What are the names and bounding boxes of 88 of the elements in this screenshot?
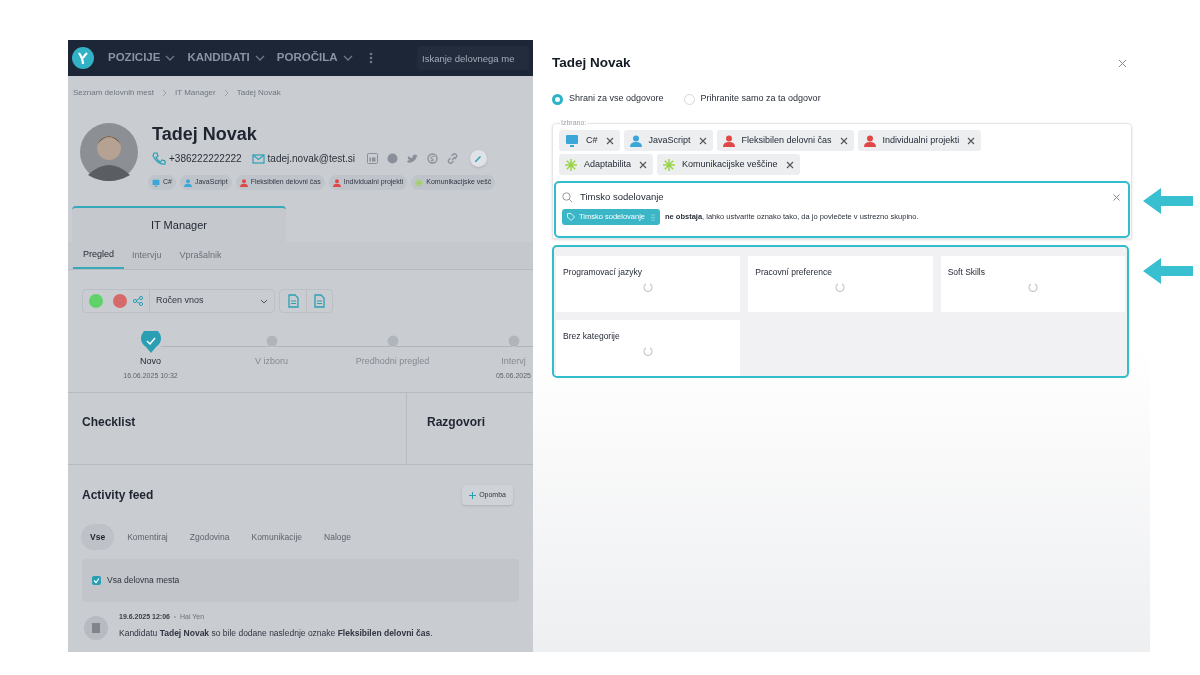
filter-tab[interactable]: Vse: [81, 524, 115, 550]
check-icon: [93, 577, 100, 584]
close-icon: [967, 136, 976, 145]
entry-text: Kandidatu Tadej Novak so bile dodane naslednje oznake Fleksibilen delovni čas.: [119, 626, 433, 640]
arrow-icon: [1143, 188, 1193, 214]
nav-menu[interactable]: POZICIJE: [108, 49, 176, 67]
category-title: Programovací jazyky: [563, 266, 643, 279]
radio-button[interactable]: [552, 93, 563, 105]
category-title: Pracovní preference: [755, 266, 833, 279]
pencil-icon: [474, 154, 483, 163]
clear-button[interactable]: [1113, 193, 1120, 201]
remove-button[interactable]: [839, 136, 848, 145]
step-label: Novo: [140, 355, 161, 368]
close-icon: [1118, 58, 1127, 68]
spinner-icon: [835, 281, 846, 292]
job-tab[interactable]: IT Manager: [72, 206, 286, 242]
remove-button[interactable]: [698, 136, 707, 145]
phone-number: +386222222222: [169, 152, 242, 166]
radio-option[interactable]: Shrani za vse odgovore: [552, 92, 664, 106]
more-icon: [368, 52, 373, 64]
chevron-down-icon: [342, 54, 353, 62]
search-icon: [562, 192, 572, 202]
arrow-icon: [1143, 258, 1193, 284]
remove-button[interactable]: [785, 160, 794, 169]
step-label: Intervj: [501, 355, 526, 368]
nav-menu[interactable]: POROČILA: [276, 49, 353, 67]
plus-icon: [469, 491, 477, 499]
mail-icon: [251, 152, 265, 165]
share-icon: [133, 296, 143, 306]
close-icon: [639, 160, 648, 169]
checkbox[interactable]: [92, 576, 101, 585]
chevron-down-icon: [260, 298, 268, 304]
section-title: Activity feed: [82, 487, 154, 504]
document-icon: [314, 294, 325, 308]
logo-icon: [72, 47, 94, 69]
chevron-right-icon: [223, 89, 229, 97]
linkedin-icon: [367, 153, 378, 164]
close-icon: [785, 160, 794, 169]
section-title: Checklist: [82, 414, 137, 431]
filter-tab[interactable]: Zgodovina: [180, 524, 239, 550]
search-field[interactable]: Timsko sodelovanje: [580, 189, 1105, 205]
step-label: Predhodni pregled: [355, 355, 430, 368]
nav-menu[interactable]: KANDIDATI: [187, 49, 265, 67]
document-icon: [287, 294, 299, 308]
breadcrumb-link[interactable]: IT Manager: [174, 87, 216, 99]
filter-tab[interactable]: Komentiraj: [118, 524, 177, 550]
filter-tab[interactable]: Komunikacije: [242, 524, 312, 550]
candidate-name: Tadej Novak: [152, 123, 258, 145]
tab[interactable]: Pregled: [73, 242, 125, 269]
remove-button[interactable]: [639, 160, 648, 169]
twitter-icon: [407, 153, 418, 164]
spinner-icon: [643, 345, 654, 356]
tag-chip: C#: [559, 130, 620, 151]
category-title: Brez kategorije: [563, 330, 621, 343]
category-title: Soft Skills: [947, 266, 986, 279]
close-icon: [698, 136, 707, 145]
remove-button[interactable]: [967, 136, 976, 145]
link-icon: [447, 153, 458, 164]
step-label: V izboru: [255, 355, 288, 368]
phone-icon: [152, 151, 166, 166]
drag-handle-icon: [651, 213, 655, 221]
section-title: Razgovori: [427, 414, 486, 431]
chevron-right-icon: [161, 89, 167, 97]
close-icon: [605, 136, 614, 145]
tab[interactable]: Vprašalnik: [169, 242, 232, 269]
close-icon: [1113, 193, 1120, 201]
tag-chip: Komunikacijske veščine: [657, 154, 800, 175]
checkbox-label: Vsa delovna mesta: [107, 574, 180, 587]
skype-icon: [427, 153, 438, 164]
email-address: tadej.novak@test.si: [267, 152, 355, 166]
tag-icon: [567, 213, 575, 221]
remove-button[interactable]: [605, 136, 614, 145]
breadcrumb-link[interactable]: Tadej Novak: [236, 87, 281, 99]
tag-chip: Fleksibilen delovni čas: [716, 130, 854, 151]
tag-chip: JavaScript: [623, 130, 713, 151]
breadcrumb-link[interactable]: Seznam delovnih mest: [73, 87, 154, 99]
tag-chip: Individualni projekti: [857, 130, 982, 151]
filter-tab[interactable]: Naloge: [315, 524, 360, 550]
panel-title: Tadej Novak: [552, 53, 631, 72]
tag-chip: Adaptabilita: [559, 154, 654, 175]
spinner-icon: [643, 281, 654, 292]
radio-option[interactable]: Prihranite samo za ta odgovor: [683, 92, 821, 106]
search-field[interactable]: Iskanje delovnega me: [417, 46, 529, 70]
chevron-down-icon: [165, 54, 176, 62]
chevron-down-icon: [254, 54, 265, 62]
tab[interactable]: Intervju: [122, 242, 172, 269]
spinner-icon: [1027, 281, 1038, 292]
close-icon: [839, 136, 848, 145]
